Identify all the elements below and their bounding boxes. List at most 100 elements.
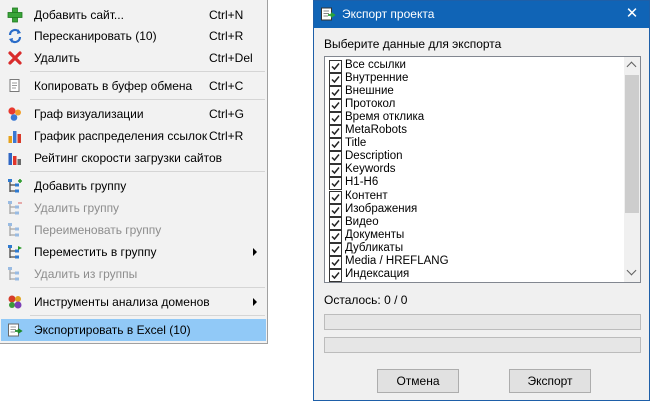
export-button[interactable]: Экспорт bbox=[509, 369, 591, 393]
checkbox[interactable] bbox=[329, 255, 342, 269]
menu-item-link-distribution[interactable]: График распределения ссылок Ctrl+R bbox=[1, 125, 266, 147]
export-option-label: Media / HREFLANG bbox=[345, 254, 449, 267]
menu-item-rescan[interactable]: Пересканировать (10) Ctrl+R bbox=[1, 25, 266, 47]
checkmark-icon bbox=[331, 76, 340, 84]
export-options-list: Все ссылки Внутренние Внешние Протокол Время… bbox=[324, 56, 641, 283]
checkmark-icon bbox=[331, 271, 340, 279]
checkmark-icon bbox=[331, 128, 340, 136]
submenu-arrow-icon bbox=[253, 298, 257, 306]
export-option-label: MetaRobots bbox=[345, 124, 408, 137]
scroll-down-icon[interactable] bbox=[624, 265, 640, 282]
copy-icon bbox=[9, 79, 20, 92]
checkbox[interactable] bbox=[329, 177, 342, 191]
menu-item-copy[interactable]: Копировать в буфер обмена Ctrl+C bbox=[1, 75, 266, 97]
list-scrollbar[interactable] bbox=[624, 57, 640, 282]
menu-item-delete[interactable]: Удалить Ctrl+Del bbox=[1, 47, 266, 69]
menu-separator bbox=[30, 71, 265, 72]
export-dialog: Экспорт проекта ✕ Выберите данные для эк… bbox=[313, 0, 650, 401]
checkbox[interactable] bbox=[329, 268, 342, 282]
export-option-label: Видео bbox=[345, 215, 379, 228]
checkmark-icon bbox=[331, 115, 340, 123]
rename-group-icon bbox=[8, 223, 19, 237]
add-group-icon bbox=[8, 179, 22, 193]
progress-bar-primary bbox=[324, 314, 641, 330]
delete-x-icon bbox=[8, 51, 22, 65]
menu-separator bbox=[30, 287, 265, 288]
bar-chart-icon bbox=[8, 131, 21, 143]
checkbox[interactable] bbox=[329, 112, 342, 126]
menu-item-domain-tools[interactable]: Инструменты анализа доменов bbox=[1, 291, 266, 313]
checkmark-icon bbox=[331, 232, 340, 240]
checkmark-icon bbox=[331, 167, 340, 175]
menu-item-graph[interactable]: Граф визуализации Ctrl+G bbox=[1, 103, 266, 125]
graph-icon bbox=[8, 107, 21, 121]
checkmark-icon bbox=[331, 63, 340, 71]
menu-item-rename-group[interactable]: Переименовать группу bbox=[1, 219, 266, 241]
menu-separator bbox=[30, 315, 265, 316]
export-option-label: Контент bbox=[345, 189, 388, 202]
scroll-up-icon[interactable] bbox=[624, 57, 640, 74]
export-option-label: Протокол bbox=[345, 98, 396, 111]
move-group-icon bbox=[8, 245, 22, 259]
checkmark-icon bbox=[331, 141, 340, 149]
export-option-label: Время отклика bbox=[345, 111, 425, 124]
tools-icon bbox=[8, 295, 22, 309]
checkmark-icon bbox=[331, 206, 340, 214]
checkbox[interactable] bbox=[329, 190, 342, 204]
checkmark-icon bbox=[331, 102, 340, 110]
checkbox[interactable] bbox=[329, 60, 342, 73]
checkmark-icon bbox=[331, 193, 340, 201]
checkmark-icon bbox=[331, 258, 340, 266]
checkmark-icon bbox=[331, 245, 340, 253]
checkmark-icon bbox=[331, 154, 340, 162]
remaining-counter: Осталось: 0 / 0 bbox=[324, 293, 408, 307]
checkbox[interactable] bbox=[329, 216, 342, 230]
checkbox[interactable] bbox=[329, 164, 342, 178]
menu-item-remove-from-group[interactable]: Удалить из группы bbox=[1, 263, 266, 285]
checkbox[interactable] bbox=[329, 99, 342, 113]
submenu-arrow-icon bbox=[253, 248, 257, 256]
menu-separator bbox=[30, 171, 265, 172]
menu-item-move-to-group[interactable]: Переместить в группу bbox=[1, 241, 266, 263]
speed-rating-icon bbox=[8, 153, 21, 165]
refresh-icon bbox=[8, 28, 22, 44]
plus-icon bbox=[7, 7, 23, 23]
export-option-label: Keywords bbox=[345, 163, 396, 176]
export-option-label: Внутренние bbox=[345, 72, 409, 85]
export-option-label: Title bbox=[345, 137, 367, 150]
export-icon bbox=[321, 7, 336, 21]
export-option-label: Дубликаты bbox=[345, 241, 404, 254]
cancel-button[interactable]: Отмена bbox=[377, 369, 459, 393]
export-option-label: Индексация bbox=[345, 267, 410, 280]
progress-bar-secondary bbox=[324, 337, 641, 353]
checkmark-icon bbox=[331, 89, 340, 97]
scrollbar-thumb[interactable] bbox=[625, 75, 639, 213]
menu-item-remove-group[interactable]: Удалить группу bbox=[1, 197, 266, 219]
export-option-label: Внешние bbox=[345, 85, 394, 98]
menu-item-export-excel[interactable]: Экспортировать в Excel (10) bbox=[1, 319, 266, 341]
checkmark-icon bbox=[331, 219, 340, 227]
export-option-label: H1-H6 bbox=[345, 176, 379, 189]
export-option-label: Description bbox=[345, 150, 403, 163]
remove-group-icon bbox=[8, 201, 22, 215]
checkbox[interactable] bbox=[329, 151, 342, 165]
checkbox[interactable] bbox=[329, 138, 342, 152]
checkbox[interactable] bbox=[329, 203, 342, 217]
dialog-title: Экспорт проекта bbox=[342, 7, 435, 21]
menu-item-speed-rating[interactable]: Рейтинг скорости загрузки сайтов bbox=[1, 147, 266, 169]
checkbox[interactable] bbox=[329, 229, 342, 243]
export-excel-icon bbox=[8, 323, 23, 337]
checkbox[interactable] bbox=[329, 125, 342, 139]
checkbox[interactable] bbox=[329, 86, 342, 100]
checkbox[interactable] bbox=[329, 73, 342, 87]
export-option-label: Документы bbox=[345, 228, 405, 241]
export-option-label: Изображения bbox=[345, 202, 418, 215]
menu-item-add-group[interactable]: Добавить группу bbox=[1, 175, 266, 197]
export-prompt: Выберите данные для экспорта bbox=[324, 37, 502, 51]
checkbox[interactable] bbox=[329, 242, 342, 256]
context-menu: Добавить сайт... Ctrl+N Пересканировать … bbox=[0, 0, 268, 344]
dialog-title-bar[interactable]: Экспорт проекта ✕ bbox=[314, 1, 649, 28]
menu-separator bbox=[30, 99, 265, 100]
menu-item-add-site[interactable]: Добавить сайт... Ctrl+N bbox=[1, 4, 266, 26]
close-icon[interactable]: ✕ bbox=[620, 4, 644, 24]
